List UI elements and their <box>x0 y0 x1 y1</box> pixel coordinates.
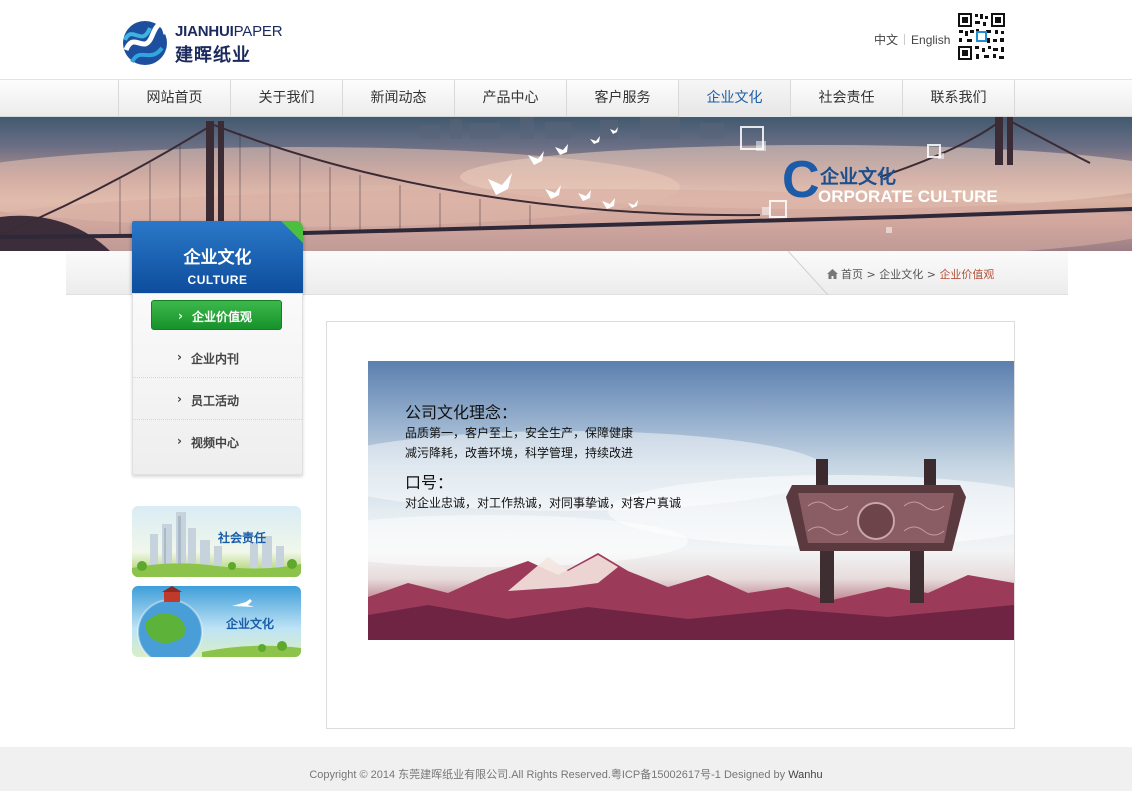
language-switcher: 中文 English <box>874 31 950 48</box>
sidebar-item-activities[interactable]: › 员工活动 <box>133 378 302 420</box>
home-icon <box>827 269 838 279</box>
banner-title-c-letter: C <box>782 151 820 209</box>
sidebar-title-en: CULTURE <box>187 273 248 287</box>
sidebar-item-journal[interactable]: › 企业内刊 <box>133 336 302 378</box>
logo-mark-icon <box>123 21 168 65</box>
slogan-line: 对企业忠诚，对工作热诚，对同事挚诚，对客户真诚 <box>405 496 682 510</box>
sidebar-item-values[interactable]: › 企业价值观 <box>151 300 282 330</box>
breadcrumb-separator: > <box>926 268 936 281</box>
sidebar-title-cn: 企业文化 <box>183 248 252 268</box>
designer-link[interactable]: Wanhu <box>788 769 822 781</box>
nav-item-home[interactable]: 网站首页 <box>119 80 231 117</box>
nav-item-news[interactable]: 新闻动态 <box>343 80 455 117</box>
culture-line: 减污降耗，改善环境，科学管理，持续改进 <box>405 446 634 460</box>
nav-item-culture[interactable]: 企业文化 <box>679 80 791 117</box>
sidebar-menu: › 企业价值观 › 企业内刊 › 员工活动 › 视频中心 <box>132 293 303 475</box>
globe-illustration <box>137 586 301 657</box>
city-buildings-illustration <box>132 512 301 577</box>
logo-text-en: JIANHUIPAPER <box>175 23 283 40</box>
banner-title-en: ORPORATE CULTURE <box>818 187 998 206</box>
breadcrumb-home-link[interactable]: 首页 <box>841 268 863 281</box>
sidebar-item-video[interactable]: › 视频中心 <box>133 420 302 462</box>
chevron-right-icon: › <box>177 350 182 364</box>
sidebar-item-label: 企业内刊 <box>191 352 240 366</box>
promo-corporate-culture[interactable]: 企业文化 <box>132 586 301 657</box>
main-nav: 网站首页 关于我们 新闻动态 产品中心 客户服务 企业文化 社会责任 联系我们 <box>0 79 1132 117</box>
site-logo[interactable]: JIANHUIPAPER 建晖纸业 <box>122 20 292 66</box>
slogan-heading: 口号： <box>405 473 454 492</box>
corporate-culture-image: 公司文化理念： 品质第一，客户至上，安全生产，保障健康 减污降耗，改善环境，科学… <box>368 361 1014 640</box>
promo-label: 企业文化 <box>226 617 275 631</box>
sidebar-item-label: 视频中心 <box>191 436 240 450</box>
nav-item-contact[interactable]: 联系我们 <box>903 80 1015 117</box>
nav-item-products[interactable]: 产品中心 <box>455 80 567 117</box>
banner-title: C 企业文化 ORPORATE CULTURE <box>782 152 1012 212</box>
breadcrumb-current: 企业价值观 <box>939 268 995 281</box>
site-header: JIANHUIPAPER 建晖纸业 中文 English <box>0 0 1132 79</box>
culture-line: 品质第一，客户至上，安全生产，保障健康 <box>405 426 634 440</box>
sidebar-item-label: 员工活动 <box>191 394 240 408</box>
qr-code-icon <box>957 12 1006 61</box>
chevron-right-icon: › <box>178 309 183 323</box>
breadcrumb: 首页 > 企业文化 > 企业价值观 <box>827 266 994 282</box>
logo-text-cn: 建晖纸业 <box>175 45 251 66</box>
chevron-right-icon: › <box>177 392 182 406</box>
nav-item-responsibility[interactable]: 社会责任 <box>791 80 903 117</box>
lang-english-link[interactable]: English <box>911 33 950 47</box>
culture-heading: 公司文化理念： <box>405 403 518 422</box>
promo-social-responsibility[interactable]: 社会责任 <box>132 506 301 577</box>
copyright-text: Copyright © 2014 东莞建晖纸业有限公司.All Rights R… <box>309 769 823 781</box>
breadcrumb-divider <box>788 251 828 295</box>
promo-label: 社会责任 <box>218 531 267 545</box>
sidebar-item-label: 企业价值观 <box>192 310 253 324</box>
nav-item-service[interactable]: 客户服务 <box>567 80 679 117</box>
sidebar-header: 企业文化 CULTURE <box>132 221 303 293</box>
breadcrumb-culture-link[interactable]: 企业文化 <box>879 268 923 281</box>
lang-chinese-link[interactable]: 中文 <box>874 33 898 47</box>
breadcrumb-separator: > <box>866 268 876 281</box>
banner-title-cn: 企业文化 <box>820 166 897 188</box>
chevron-right-icon: › <box>177 434 182 448</box>
sidebar-corner-accent <box>281 221 303 243</box>
lang-divider <box>904 34 906 45</box>
site-footer: Copyright © 2014 东莞建晖纸业有限公司.All Rights R… <box>0 747 1132 791</box>
nav-item-about[interactable]: 关于我们 <box>231 80 343 117</box>
